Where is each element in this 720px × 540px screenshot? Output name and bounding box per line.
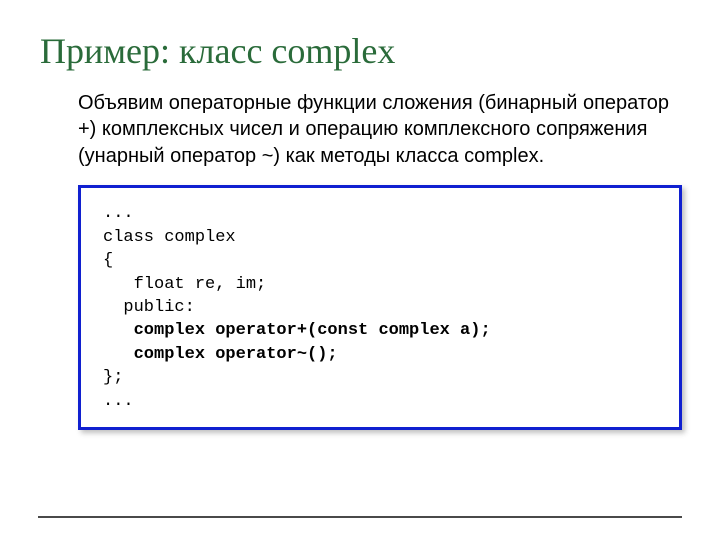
code-line: { xyxy=(103,251,113,270)
code-line: class complex xyxy=(103,228,236,247)
footer-divider xyxy=(38,516,682,518)
slide-title: Пример: класс complex xyxy=(38,30,682,72)
code-line: }; xyxy=(103,368,123,387)
code-line-bold: complex operator+(const complex a); xyxy=(103,321,491,340)
code-line: float re, im; xyxy=(103,275,266,294)
body-paragraph: Объявим операторные функции сложения (би… xyxy=(38,90,682,169)
code-line: ... xyxy=(103,392,134,411)
code-block: ... class complex { float re, im; public… xyxy=(103,202,657,413)
code-frame: ... class complex { float re, im; public… xyxy=(78,185,682,430)
code-line-bold: complex operator~(); xyxy=(103,345,338,364)
code-line: ... xyxy=(103,204,134,223)
code-line: public: xyxy=(103,298,195,317)
